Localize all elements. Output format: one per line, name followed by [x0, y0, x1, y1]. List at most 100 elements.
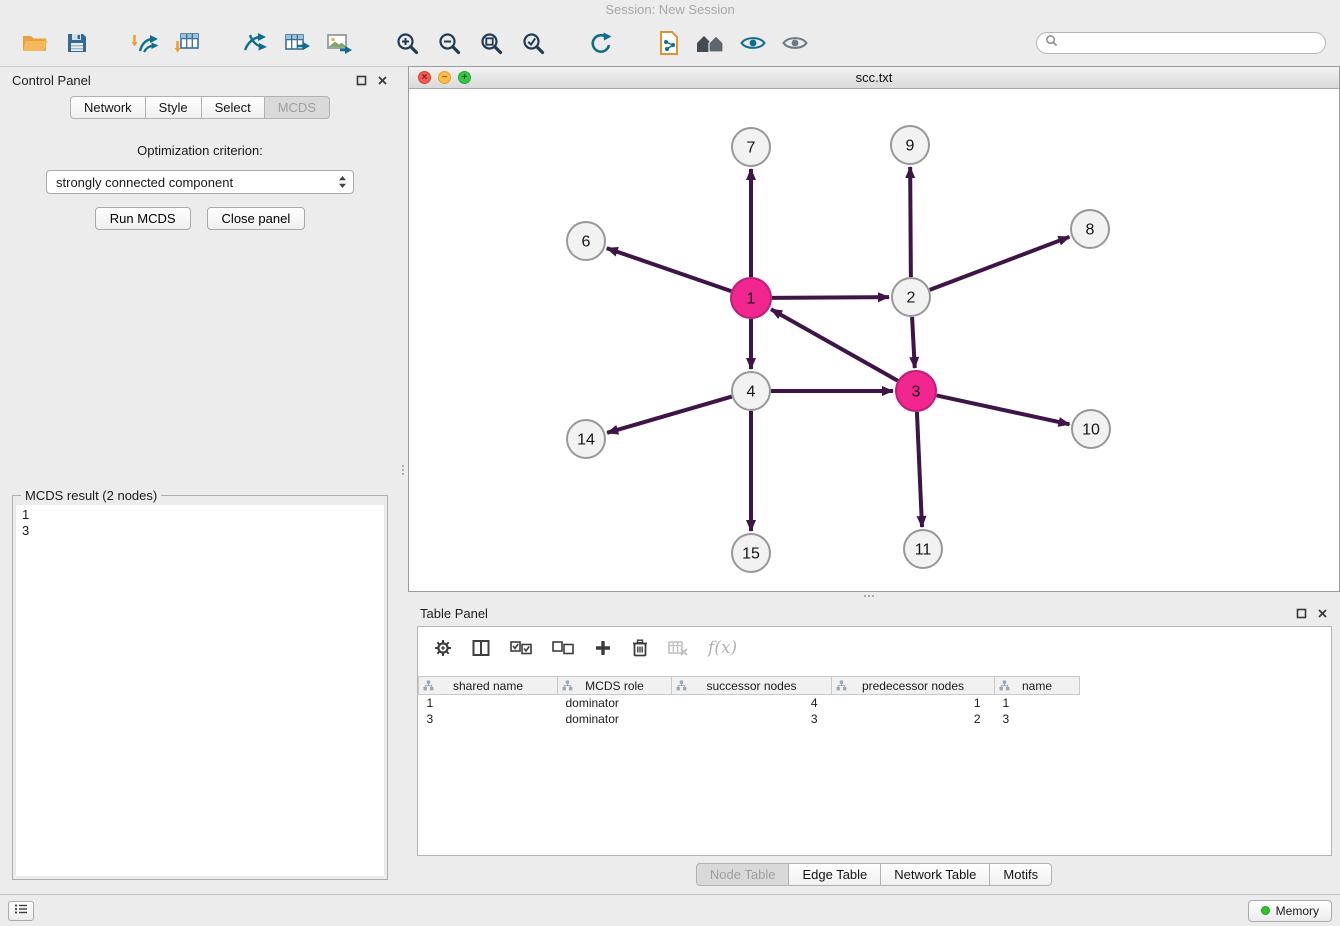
graph-edge-2-8[interactable] [930, 237, 1070, 290]
mcds-result-item[interactable]: 1 [22, 507, 378, 523]
network-canvas[interactable]: 7 9 6 8 1 2 4 3 14 10 15 11 [409, 89, 1339, 591]
graph-edge-3-1[interactable] [771, 309, 898, 380]
column-header-name[interactable]: name [995, 677, 1080, 695]
import-table-button[interactable] [166, 26, 208, 60]
mcds-result-item[interactable]: 3 [22, 523, 378, 539]
table-row[interactable]: 3dominator323 [419, 711, 1332, 727]
column-chooser-icon[interactable] [472, 639, 490, 657]
tab-select[interactable]: Select [201, 96, 265, 119]
graph-node-9[interactable]: 9 [891, 126, 929, 164]
export-network-document-button[interactable] [648, 26, 690, 60]
horizontal-splitter[interactable] [408, 592, 1340, 600]
toolbar-group-view [648, 26, 816, 60]
toggle-graphics-details-button[interactable] [732, 26, 774, 60]
zoom-fit-icon [479, 31, 503, 55]
add-column-icon[interactable] [594, 639, 612, 657]
splitter-handle-icon [402, 465, 404, 475]
export-image-button[interactable] [318, 26, 360, 60]
graph-node-14[interactable]: 14 [567, 420, 605, 458]
graph-edge-2-9[interactable] [910, 167, 911, 277]
optimization-criterion-dropdown[interactable]: strongly connected component [46, 170, 354, 194]
table-settings-gear-icon[interactable] [434, 639, 452, 657]
search-input[interactable] [1063, 35, 1317, 51]
eye-paint-icon [740, 34, 766, 52]
graph-edge-2-3[interactable] [912, 317, 915, 368]
graph-node-10[interactable]: 10 [1072, 410, 1110, 448]
tab-mcds[interactable]: MCDS [264, 96, 330, 119]
graph-edge-3-10[interactable] [937, 395, 1070, 424]
tab-network[interactable]: Network [70, 96, 146, 119]
float-window-icon[interactable] [1296, 608, 1307, 619]
zoom-in-button[interactable] [386, 26, 428, 60]
delete-table-icon[interactable] [668, 640, 688, 656]
zoom-in-icon [395, 31, 419, 55]
column-header-successor-nodes[interactable]: successor nodes [672, 677, 832, 695]
zoom-selected-button[interactable] [512, 26, 554, 60]
vertical-splitter[interactable] [400, 67, 408, 894]
node-table: shared nameMCDS role successor nodes prede… [418, 676, 1331, 727]
graph-node-2[interactable]: 2 [892, 278, 930, 316]
graph-node-1[interactable]: 1 [731, 278, 771, 318]
table-row[interactable]: 1dominator411 [419, 695, 1332, 711]
column-header-mcds-role[interactable]: MCDS role [558, 677, 672, 695]
graph-node-8[interactable]: 8 [1071, 210, 1109, 248]
network-graph: 7 9 6 8 1 2 4 3 14 10 15 11 [409, 89, 1339, 591]
window-minimize-button[interactable]: − [438, 71, 451, 84]
graph-node-label: 10 [1082, 422, 1100, 439]
zoom-fit-button[interactable] [470, 26, 512, 60]
task-history-button[interactable] [8, 901, 34, 921]
import-network-icon [131, 31, 159, 55]
window-title-bar: Session: New Session [0, 0, 1340, 20]
graph-node-6[interactable]: 6 [567, 222, 605, 260]
table-tab-edge-table[interactable]: Edge Table [788, 863, 881, 886]
graph-node-label: 1 [747, 291, 756, 308]
network-window-title: scc.txt [409, 70, 1339, 85]
zoom-out-button[interactable] [428, 26, 470, 60]
function-builder-button[interactable]: f(x) [708, 638, 737, 658]
control-panel-header: Control Panel [0, 67, 400, 93]
graph-edge-4-14[interactable] [607, 397, 732, 433]
table-tab-network-table[interactable]: Network Table [880, 863, 990, 886]
export-table-button[interactable] [276, 26, 318, 60]
deselect-all-rows-icon[interactable] [552, 641, 574, 655]
table-tab-node-table[interactable]: Node Table [696, 863, 790, 886]
graph-node-11[interactable]: 11 [904, 530, 942, 568]
table-cell: 3 [995, 711, 1080, 727]
window-close-button[interactable]: × [418, 71, 431, 84]
close-panel-icon[interactable] [1317, 608, 1328, 619]
mcds-result-list[interactable]: 13 [16, 505, 384, 876]
table-panel-header: Table Panel [408, 600, 1340, 626]
open-session-button[interactable] [14, 26, 56, 60]
run-mcds-button[interactable]: Run MCDS [95, 207, 191, 230]
column-header-shared-name[interactable]: shared name [419, 677, 558, 695]
home-neighborhood-button[interactable] [690, 26, 732, 60]
search-box [1036, 32, 1326, 54]
graph-edge-1-2[interactable] [772, 297, 889, 298]
table-tab-motifs[interactable]: Motifs [989, 863, 1052, 886]
graph-node-3[interactable]: 3 [896, 371, 936, 411]
import-network-button[interactable] [124, 26, 166, 60]
graph-edge-1-6[interactable] [607, 248, 731, 291]
column-header-predecessor-nodes[interactable]: predecessor nodes [832, 677, 995, 695]
graph-node-label: 11 [915, 542, 932, 559]
table-cell: 1 [832, 695, 995, 711]
delete-selected-icon[interactable] [632, 639, 648, 657]
window-zoom-button[interactable]: + [458, 71, 471, 84]
close-panel-button[interactable]: Close panel [207, 207, 306, 230]
float-window-icon[interactable] [356, 75, 367, 86]
graph-edge-3-11[interactable] [917, 412, 922, 527]
column-header-label: successor nodes [706, 679, 796, 693]
show-hide-button[interactable] [774, 26, 816, 60]
tab-style[interactable]: Style [145, 96, 202, 119]
graph-node-15[interactable]: 15 [732, 534, 770, 572]
refresh-layout-button[interactable] [580, 26, 622, 60]
graph-node-4[interactable]: 4 [732, 372, 770, 410]
close-panel-icon[interactable] [377, 75, 388, 86]
save-session-button[interactable] [56, 26, 98, 60]
graph-node-7[interactable]: 7 [732, 128, 770, 166]
select-all-rows-icon[interactable] [510, 641, 532, 655]
column-sort-icon [562, 680, 573, 694]
export-network-button[interactable] [234, 26, 276, 60]
toolbar-group-refresh [580, 26, 622, 60]
memory-button[interactable]: Memory [1248, 900, 1332, 922]
